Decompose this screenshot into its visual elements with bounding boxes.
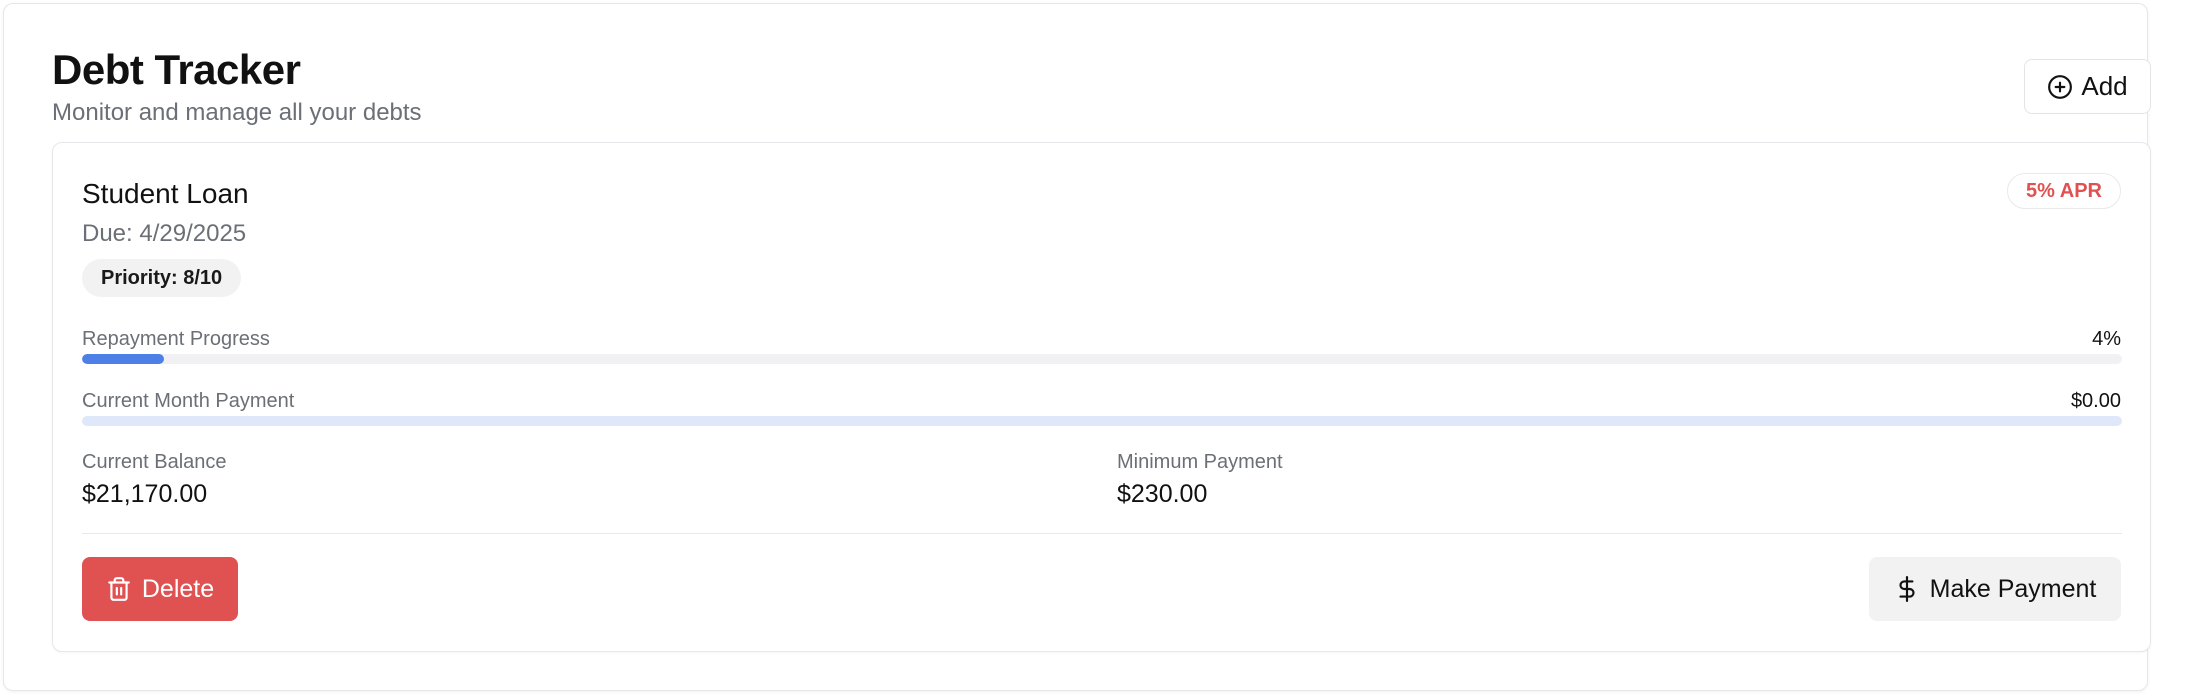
page-subtitle: Monitor and manage all your debts [52, 99, 422, 126]
current-balance-label: Current Balance [82, 451, 227, 473]
apr-badge: 5% APR [2007, 173, 2121, 209]
minimum-payment-value: $230.00 [1117, 480, 1208, 508]
due-date: Due: 4/29/2025 [82, 220, 247, 247]
app-frame: Debt Tracker Monitor and manage all your… [3, 3, 2151, 691]
page-header: Debt Tracker Monitor and manage all your… [52, 44, 422, 128]
delete-button[interactable]: Delete [82, 557, 238, 621]
add-button-label: Add [2081, 71, 2128, 101]
dollar-sign-icon [1894, 576, 1920, 602]
trash-icon [106, 576, 132, 602]
make-payment-button[interactable]: Make Payment [1869, 557, 2121, 621]
repayment-progress-fill [82, 354, 164, 364]
current-balance-value: $21,170.00 [82, 480, 208, 508]
make-payment-label: Make Payment [1929, 574, 2097, 603]
current-month-payment-bar [82, 416, 2122, 426]
minimum-payment-label: Minimum Payment [1117, 451, 1283, 473]
current-month-payment-value: $0.00 [2070, 390, 2121, 412]
priority-badge: Priority: 8/10 [82, 259, 242, 297]
repayment-progress-label: Repayment Progress [82, 328, 270, 350]
plus-circle-icon [2047, 74, 2073, 100]
card-divider [82, 533, 2122, 534]
delete-button-label: Delete [141, 574, 215, 603]
repayment-progress-bar [82, 354, 2122, 364]
page-title: Debt Tracker [52, 46, 301, 93]
current-month-payment-label: Current Month Payment [82, 390, 295, 412]
debt-card: Student Loan 5% APR Due: 4/29/2025 Prior… [52, 142, 2151, 652]
repayment-progress-value: 4% [2092, 328, 2121, 350]
debt-name: Student Loan [82, 178, 249, 209]
add-debt-button[interactable]: Add [2024, 59, 2151, 114]
